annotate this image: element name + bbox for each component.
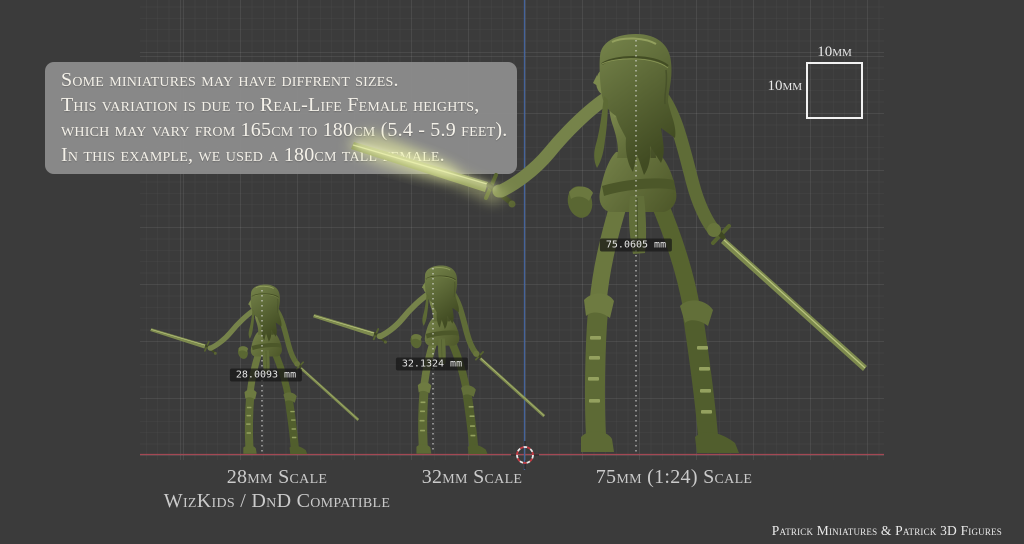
- measurement-dotted-lines: [262, 40, 636, 453]
- scale-label-28mm-subtitle: WizKids / DnD Compatible: [164, 490, 390, 513]
- reference-square-height-label: 10mm: [740, 78, 802, 95]
- scale-label-28mm: 28mm Scale: [227, 466, 328, 489]
- viewport-scene: [0, 0, 1024, 544]
- footer-credit: Patrick Miniatures & Patrick 3D Figures: [772, 523, 1002, 539]
- scale-label-32mm: 32mm Scale: [422, 466, 523, 489]
- measurement-label-75mm: 75.0605 mm: [600, 239, 672, 252]
- measurement-label-28mm: 28.0093 mm: [230, 369, 302, 382]
- sword-glow-effect: [345, 130, 510, 205]
- measurement-label-32mm: 32.1324 mm: [396, 358, 468, 371]
- reference-square-10mm: [806, 62, 863, 119]
- blender-viewport: { "info_box": { "line1": "Some miniature…: [0, 0, 1024, 544]
- scale-label-75mm: 75mm (1:24) Scale: [596, 466, 753, 489]
- reference-square-width-label: 10mm: [806, 44, 863, 61]
